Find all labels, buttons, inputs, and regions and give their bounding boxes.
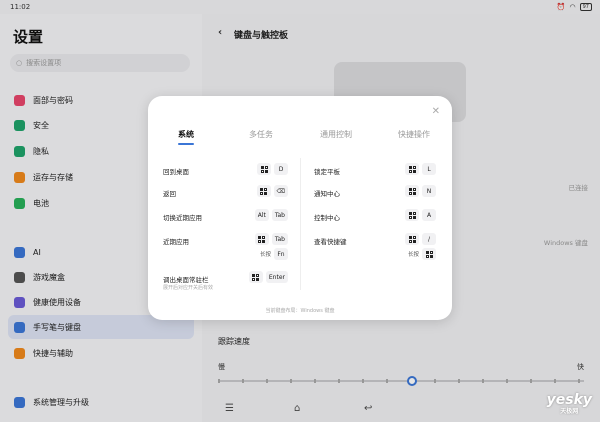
tab-shortcut-actions[interactable]: 快捷操作: [384, 129, 444, 140]
shortcut-keys: D: [257, 163, 288, 175]
shortcut-label: 调出桌面常驻栏: [163, 276, 209, 284]
shortcut-alt-keys: 长按: [408, 248, 436, 260]
navigation-bar: ☰ ⌂ ↩: [0, 400, 600, 422]
windows-key-icon: [422, 248, 436, 260]
tab-system[interactable]: 系统: [156, 129, 216, 145]
shortcut-label: 查看快捷键: [314, 238, 347, 246]
key-cap: Tab: [271, 209, 288, 221]
windows-key-icon: [405, 209, 419, 221]
shortcut-keys: /: [405, 233, 436, 245]
tab-universal-control[interactable]: 通用控制: [306, 129, 366, 140]
windows-key-icon: [248, 271, 263, 283]
menu-icon[interactable]: ☰: [225, 403, 234, 414]
key-cap: D: [274, 163, 288, 175]
windows-key-icon: [405, 233, 419, 245]
key-cap: N: [422, 185, 436, 197]
keyboard-shortcuts-dialog: ✕ 系统 多任务 通用控制 快捷操作 回到桌面 D 返回 ⌫ 切换近期应用 Alt Tab 近…: [148, 96, 452, 320]
windows-key-icon: [256, 185, 271, 197]
tab-multitask[interactable]: 多任务: [231, 129, 291, 140]
shortcut-label: 近期应用: [163, 238, 189, 246]
key-cap: A: [422, 209, 436, 221]
windows-key-icon: [257, 163, 271, 175]
key-cap: /: [422, 233, 436, 245]
home-icon[interactable]: ⌂: [294, 403, 300, 414]
windows-key-icon: [405, 185, 419, 197]
long-press-label: 长按: [259, 252, 271, 258]
key-cap: ⌫: [273, 185, 288, 197]
windows-key-icon: [254, 233, 269, 245]
keyboard-layout-note: 当前键盘布局：Windows 键盘: [265, 308, 335, 314]
key-cap: Enter: [265, 271, 288, 283]
back-nav-icon[interactable]: ↩: [364, 403, 372, 414]
shortcut-label: 控制中心: [314, 214, 340, 222]
key-cap: L: [422, 163, 436, 175]
shortcut-label: 切换近期应用: [163, 214, 202, 222]
shortcut-keys: Tab: [254, 233, 288, 245]
shortcut-keys: N: [405, 185, 436, 197]
shortcut-label: 锁定平板: [314, 168, 340, 176]
shortcut-label: 回到桌面: [163, 168, 189, 176]
shortcut-label: 返回: [163, 190, 176, 198]
close-icon[interactable]: ✕: [432, 106, 440, 117]
long-press-label: 长按: [407, 252, 419, 258]
shortcut-keys: A: [405, 209, 436, 221]
key-cap: Alt: [254, 209, 269, 221]
shortcut-keys: ⌫: [256, 185, 288, 197]
shortcut-keys: L: [405, 163, 436, 175]
watermark-logo: yesky 天极网: [546, 392, 592, 415]
key-cap: Fn: [274, 248, 288, 260]
windows-key-icon: [405, 163, 419, 175]
column-divider: [300, 158, 301, 290]
shortcut-sublabel: 展开后对应开关后有效: [163, 285, 214, 291]
shortcut-tabs: 系统 多任务 通用控制 快捷操作: [148, 129, 452, 145]
shortcut-keys: Alt Tab: [254, 209, 288, 221]
shortcut-label: 通知中心: [314, 190, 340, 198]
key-cap: Tab: [271, 233, 288, 245]
shortcut-alt-keys: 长按 Fn: [260, 248, 288, 260]
shortcut-keys: Enter: [248, 271, 288, 283]
